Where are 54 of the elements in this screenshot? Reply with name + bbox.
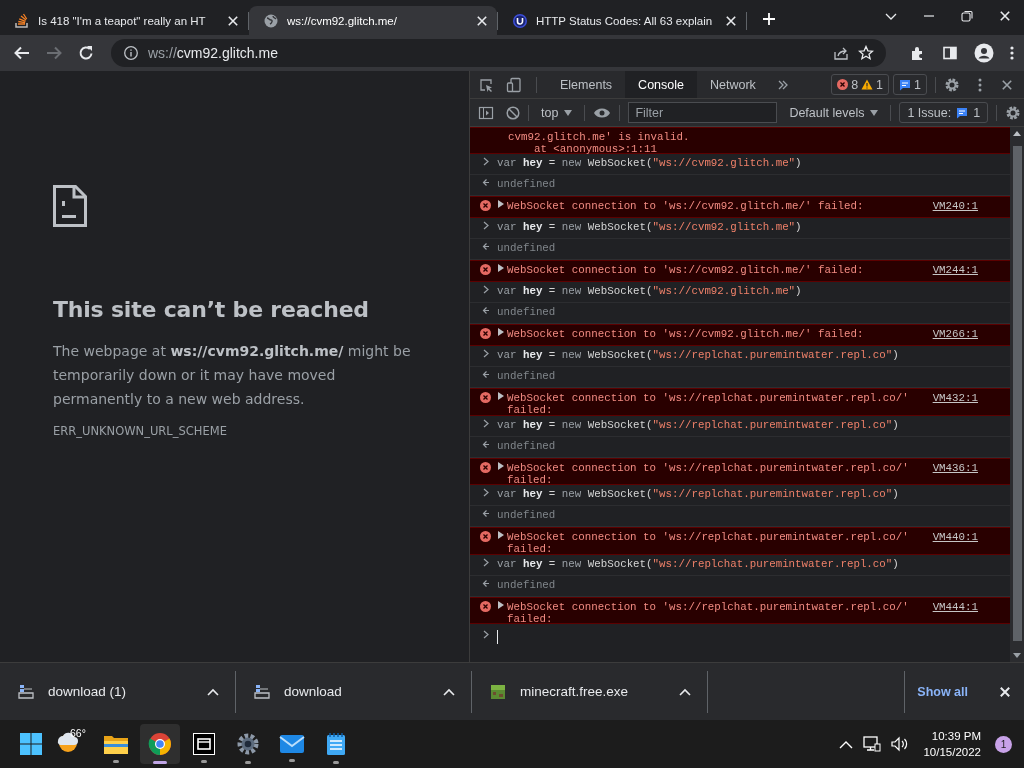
console-output: undefined [497, 370, 556, 383]
issues-button[interactable]: 1 Issue: 1 [899, 102, 989, 123]
devtools-tab[interactable]: Elements [547, 71, 626, 98]
source-link[interactable]: VM440:1 [932, 531, 978, 544]
console-output: undefined [497, 509, 556, 522]
command-text: var hey = new WebSocket("ws://replchat.puremintwater.repl.co") [497, 557, 900, 570]
message-counter[interactable]: 1 [893, 74, 927, 95]
error-message: WebSocket connection to 'ws://replchat.puremintwater.repl.co/' failed: [507, 531, 910, 556]
error-message: WebSocket connection to 'ws://cvm92.glitch.me/' failed: [507, 264, 865, 277]
error-title: This site can’t be reached [53, 297, 370, 322]
weather-widget[interactable]: 66° [56, 729, 88, 759]
source-link[interactable]: VM240:1 [932, 200, 978, 213]
download-item[interactable]: minecraft.free.exe [472, 670, 708, 713]
error-message: The webpage at ws://cvm92.glitch.me/ might be temporarily down or it may have moved permanently to a new web address. [53, 342, 412, 409]
error-text: cvm92.glitch.me' is invalid. [507, 130, 691, 143]
browser-tab[interactable]: HTTP Status Codes: All 63 explain [498, 6, 746, 35]
devtools-tab[interactable]: Network [697, 71, 769, 98]
error-message: WebSocket connection to 'ws://replchat.puremintwater.repl.co/' failed: [507, 392, 910, 417]
command-text: var hey = new WebSocket("ws://cvm92.glitch.me") [497, 221, 803, 234]
console-output: undefined [497, 306, 556, 319]
error-code: ERR_UNKNOWN_URL_SCHEME [53, 424, 227, 438]
clock[interactable]: 10:39 PM 10/15/2022 [923, 728, 981, 760]
devtools-tab[interactable]: Console [625, 71, 697, 98]
notification-badge[interactable]: 1 [995, 735, 1012, 753]
source-link[interactable]: VM432:1 [932, 392, 978, 405]
command-text: var hey = new WebSocket("ws://replchat.puremintwater.repl.co") [497, 488, 900, 501]
download-item[interactable]: download (1) [0, 670, 236, 713]
error-message: WebSocket connection to 'ws://cvm92.glitch.me/' failed: [507, 200, 865, 213]
source-link[interactable]: VM444:1 [932, 600, 978, 613]
show-all-link[interactable]: Show all [917, 684, 968, 699]
command-text: var hey = new WebSocket("ws://replchat.puremintwater.repl.co") [497, 349, 900, 362]
source-link[interactable]: VM436:1 [932, 461, 978, 474]
command-text: var hey = new WebSocket("ws://cvm92.glitch.me") [497, 157, 803, 170]
address-bar[interactable]: ws://cvm92.glitch.me [111, 39, 886, 67]
console-output: undefined [497, 178, 556, 191]
source-link[interactable]: VM244:1 [932, 264, 978, 277]
error-message: WebSocket connection to 'ws://replchat.puremintwater.repl.co/' failed: [507, 461, 910, 486]
error-text: at <anonymous>:1:11 [532, 142, 659, 155]
command-text: var hey = new WebSocket("ws://cvm92.glitch.me") [497, 285, 803, 298]
error-message: WebSocket connection to 'ws://cvm92.glitch.me/' failed: [507, 328, 865, 341]
browser-tab[interactable]: ws://cvm92.glitch.me/ [249, 6, 497, 35]
source-link[interactable]: VM266:1 [932, 328, 978, 341]
url-text: ws://cvm92.glitch.me [148, 45, 279, 61]
error-message: WebSocket connection to 'ws://replchat.puremintwater.repl.co/' failed: [507, 600, 910, 625]
browser-tab[interactable]: Is 418 "I'm a teapot" really an HT [0, 6, 248, 35]
console-output: undefined [497, 439, 556, 452]
filter-field[interactable]: Filter [628, 102, 778, 123]
command-text: var hey = new WebSocket("ws://replchat.puremintwater.repl.co") [497, 418, 900, 431]
download-item[interactable]: download [236, 670, 472, 713]
levels-dropdown[interactable]: Default levels [785, 105, 883, 120]
context-dropdown[interactable]: top [537, 105, 577, 120]
console-output: undefined [497, 578, 556, 591]
error-warning-counter[interactable]: 8 1 [831, 74, 890, 95]
console-output: undefined [497, 242, 556, 255]
